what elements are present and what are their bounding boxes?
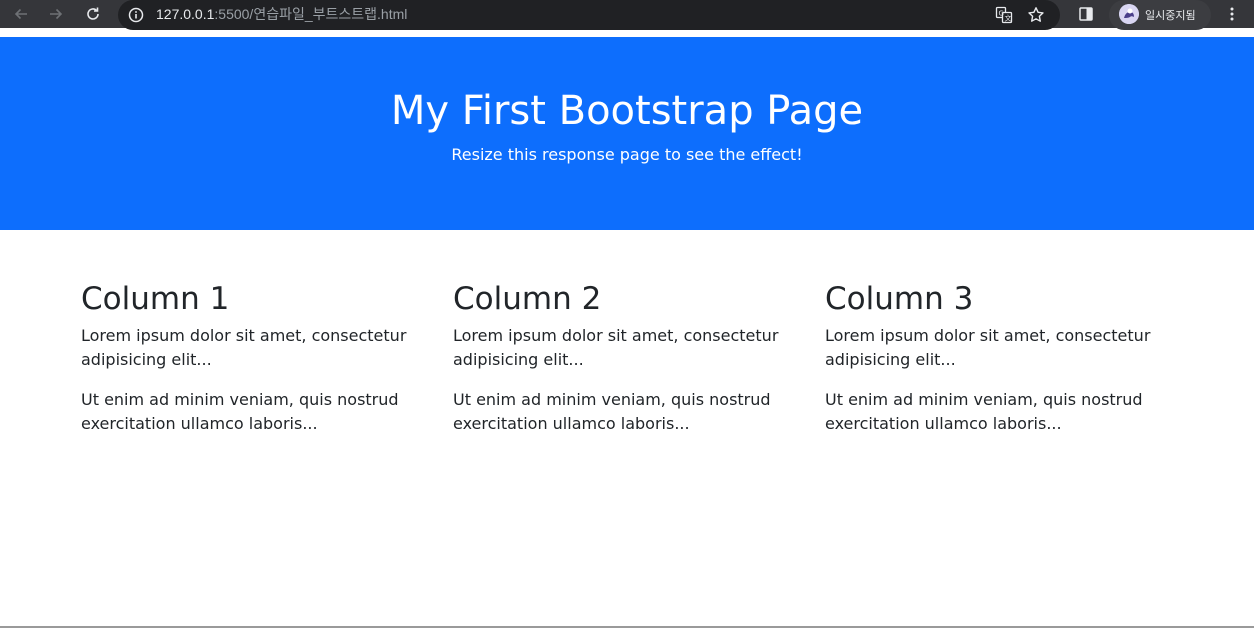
column-heading: Column 3 xyxy=(825,281,974,317)
address-bar[interactable]: 127.0.0.1:5500/연습파일_부트스트랩.html G 文 xyxy=(118,0,1060,30)
reload-button[interactable] xyxy=(79,0,107,28)
forward-button[interactable] xyxy=(42,0,70,28)
browser-menu-button[interactable] xyxy=(1222,4,1242,24)
profile-status-label: 일시중지됨 xyxy=(1145,9,1196,22)
svg-text:文: 文 xyxy=(1005,14,1012,23)
column-heading: Column 1 xyxy=(81,281,230,317)
browser-toolbar: 127.0.0.1:5500/연습파일_부트스트랩.html G 文 일시중지됨 xyxy=(0,0,1254,30)
column-paragraph-1: Lorem ipsum dolor sit amet, consectetur … xyxy=(453,326,779,369)
kebab-menu-icon xyxy=(1230,7,1234,21)
reload-icon xyxy=(87,7,99,20)
arrow-left-icon xyxy=(14,8,27,20)
star-icon xyxy=(1028,7,1044,22)
avatar xyxy=(1119,4,1139,24)
url-text: 127.0.0.1:5500/연습파일_부트스트랩.html xyxy=(156,6,407,22)
back-button[interactable] xyxy=(7,0,35,28)
avatar-icon xyxy=(1119,4,1139,24)
column-heading: Column 2 xyxy=(453,281,602,317)
column-1: Column 1 Lorem ipsum dolor sit amet, con… xyxy=(81,280,431,452)
column-paragraph-2: Ut enim ad minim veniam, quis nostrud ex… xyxy=(81,390,399,433)
info-icon xyxy=(128,7,144,23)
page-subtitle: Resize this response page to see the eff… xyxy=(451,145,803,164)
jumbotron: My First Bootstrap Page Resize this resp… xyxy=(0,37,1254,230)
svg-text:G: G xyxy=(999,10,1004,18)
profile-button[interactable]: 일시중지됨 xyxy=(1109,0,1211,30)
column-paragraph-2: Ut enim ad minim veniam, quis nostrud ex… xyxy=(825,390,1143,433)
site-info-button[interactable] xyxy=(126,5,146,25)
bookmark-button[interactable] xyxy=(1026,5,1046,25)
arrow-right-icon xyxy=(50,8,63,20)
side-panel-button[interactable] xyxy=(1076,4,1096,24)
column-3: Column 3 Lorem ipsum dolor sit amet, con… xyxy=(825,280,1175,452)
page-content: My First Bootstrap Page Resize this resp… xyxy=(0,37,1254,628)
translate-button[interactable]: G 文 xyxy=(994,5,1014,25)
column-paragraph-1: Lorem ipsum dolor sit amet, consectetur … xyxy=(81,326,407,369)
column-paragraph-2: Ut enim ad minim veniam, quis nostrud ex… xyxy=(453,390,771,433)
column-paragraph-1: Lorem ipsum dolor sit amet, consectetur … xyxy=(825,326,1151,369)
side-panel-icon xyxy=(1079,7,1093,21)
url-path: :5500/연습파일_부트스트랩.html xyxy=(214,6,408,22)
url-host: 127.0.0.1 xyxy=(156,6,215,22)
page-title: My First Bootstrap Page xyxy=(390,88,864,134)
column-2: Column 2 Lorem ipsum dolor sit amet, con… xyxy=(453,280,803,452)
translate-icon: G 文 xyxy=(995,6,1013,24)
